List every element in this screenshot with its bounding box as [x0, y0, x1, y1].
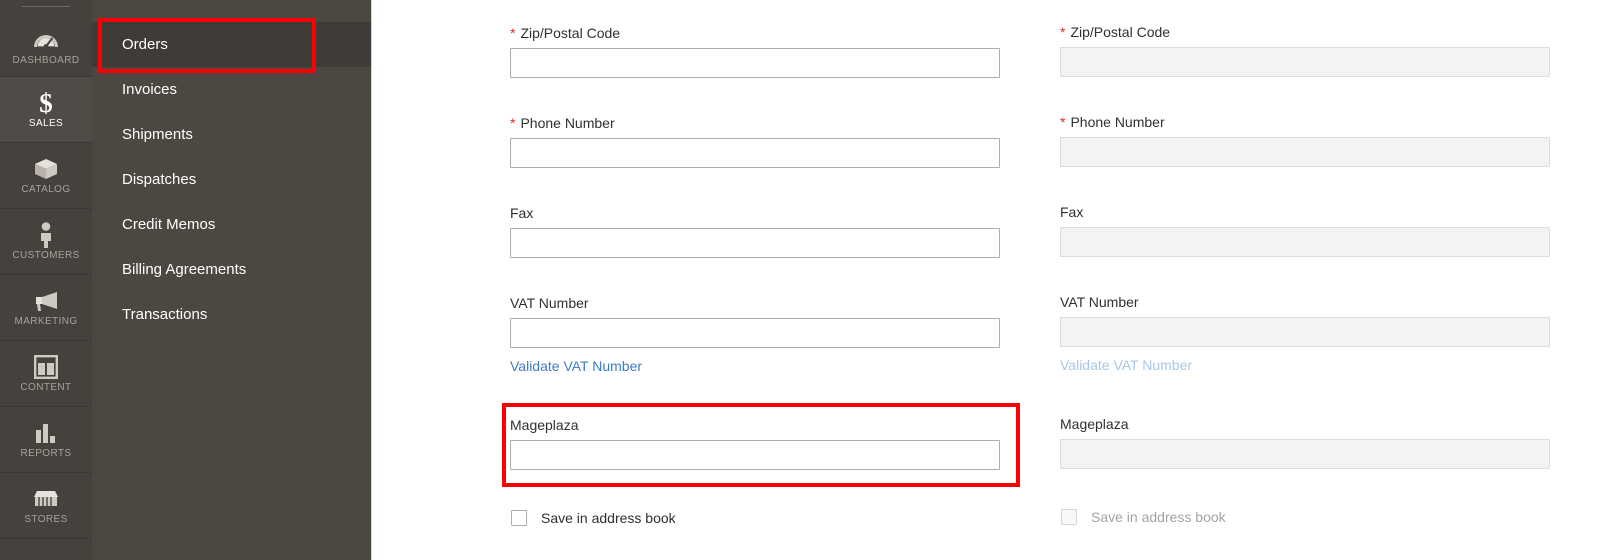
field-label: * Zip/Postal Code — [510, 24, 1000, 42]
validate-vat-number-link[interactable]: Validate VAT Number — [510, 357, 642, 375]
submenu-item-shipments[interactable]: Shipments — [92, 112, 371, 157]
field-fax-shipping: Fax — [1060, 203, 1550, 257]
save-in-address-book-label: Save in address book — [541, 510, 676, 526]
submenu-label: Transactions — [122, 305, 208, 323]
label-text: VAT Number — [510, 295, 589, 311]
nav-label: STORES — [24, 514, 68, 525]
label-text: VAT Number — [1060, 294, 1139, 310]
submenu-label: Invoices — [122, 80, 178, 98]
field-mageplaza: Mageplaza — [502, 403, 1020, 487]
field-mageplaza-shipping: Mageplaza — [1060, 415, 1550, 469]
fax-input-shipping — [1060, 227, 1550, 257]
label-text: Phone Number — [1070, 114, 1165, 130]
save-in-address-book-label-shipping: Save in address book — [1091, 509, 1226, 525]
save-in-address-book-checkbox-shipping — [1061, 509, 1077, 525]
field-label: * Zip/Postal Code — [1060, 23, 1550, 41]
nav-label: DASHBOARD — [12, 54, 80, 66]
submenu-item-invoices[interactable]: Invoices — [92, 67, 371, 112]
submenu-item-transactions[interactable]: Transactions — [92, 292, 371, 337]
label-text: Mageplaza — [510, 417, 579, 433]
label-text: Mageplaza — [1060, 416, 1129, 432]
nav-item-stores[interactable]: STORES — [0, 473, 92, 538]
fax-input[interactable] — [510, 228, 1000, 258]
validate-vat-number-link-shipping: Validate VAT Number — [1060, 357, 1193, 373]
nav-top-divider — [22, 6, 70, 7]
nav-item-content[interactable]: CONTENT — [0, 341, 92, 406]
nav-item-marketing[interactable]: MARKETING — [0, 275, 92, 340]
save-in-address-book-row: Save in address book — [511, 509, 676, 527]
nav-label: MARKETING — [14, 316, 78, 327]
field-label: VAT Number — [510, 294, 1000, 312]
field-label: Mageplaza — [510, 416, 1000, 434]
layout-window-icon — [32, 353, 60, 380]
phone-number-input[interactable] — [510, 138, 1000, 168]
field-label: VAT Number — [1060, 293, 1550, 311]
field-fax: Fax — [510, 204, 1000, 258]
nav-item-catalog[interactable]: CATALOG — [0, 143, 92, 208]
nav-label: CUSTOMERS — [12, 250, 80, 261]
admin-page: DASHBOARD $ SALES CATALOG CUSTOMERS MARK… — [0, 0, 1600, 560]
nav-label: CONTENT — [20, 382, 72, 393]
sales-submenu-panel: Orders Invoices Shipments Dispatches Cre… — [92, 0, 372, 560]
mageplaza-input[interactable] — [510, 440, 1000, 470]
submenu-item-billing-agreements[interactable]: Billing Agreements — [92, 247, 371, 292]
nav-item-system[interactable] — [0, 539, 92, 560]
submenu-list: Orders Invoices Shipments Dispatches Cre… — [92, 0, 371, 337]
required-marker: * — [1060, 24, 1066, 40]
submenu-item-dispatches[interactable]: Dispatches — [92, 157, 371, 202]
nav-label: REPORTS — [20, 448, 72, 459]
submenu-label: Shipments — [122, 125, 193, 143]
submenu-label: Billing Agreements — [122, 260, 247, 278]
field-vat-number-shipping: VAT Number Validate VAT Number — [1060, 293, 1550, 375]
address-form-area: * Zip/Postal Code * Phone Number Fax VAT N… — [373, 0, 1600, 560]
nav-item-reports[interactable]: REPORTS — [0, 407, 92, 472]
bar-chart-icon — [32, 419, 60, 446]
primary-nav-rail: DASHBOARD $ SALES CATALOG CUSTOMERS MARK… — [0, 0, 92, 560]
vat-number-input-shipping — [1060, 317, 1550, 347]
required-marker: * — [1060, 114, 1066, 130]
person-icon — [32, 221, 60, 248]
field-label: * Phone Number — [510, 114, 1000, 132]
field-zip-postal-code: * Zip/Postal Code — [510, 24, 1000, 78]
field-phone-number-shipping: * Phone Number — [1060, 113, 1550, 167]
box-icon — [32, 155, 60, 182]
phone-number-input-shipping — [1060, 137, 1550, 167]
dollar-sign-icon: $ — [32, 89, 60, 116]
svg-text:$: $ — [39, 89, 53, 116]
zip-postal-code-input-shipping — [1060, 47, 1550, 77]
label-text: Phone Number — [520, 115, 615, 131]
field-label: Mageplaza — [1060, 415, 1550, 433]
label-text: Zip/Postal Code — [520, 25, 621, 41]
nav-label: CATALOG — [21, 184, 71, 195]
required-marker: * — [510, 115, 516, 131]
zip-postal-code-input[interactable] — [510, 48, 1000, 78]
field-label: * Phone Number — [1060, 113, 1550, 131]
save-in-address-book-row-shipping: Save in address book — [1061, 508, 1226, 526]
field-label: Fax — [1060, 203, 1550, 221]
submenu-item-credit-memos[interactable]: Credit Memos — [92, 202, 371, 247]
dashboard-gauge-icon — [32, 26, 60, 53]
submenu-label: Dispatches — [122, 170, 197, 188]
nav-item-dashboard[interactable]: DASHBOARD — [0, 10, 92, 76]
field-label: Fax — [510, 204, 1000, 222]
field-zip-postal-code-shipping: * Zip/Postal Code — [1060, 23, 1550, 77]
nav-item-customers[interactable]: CUSTOMERS — [0, 209, 92, 274]
nav-label: SALES — [28, 118, 64, 129]
label-text: Zip/Postal Code — [1070, 24, 1171, 40]
field-vat-number: VAT Number Validate VAT Number — [510, 294, 1000, 376]
save-in-address-book-checkbox[interactable] — [511, 510, 527, 526]
submenu-label: Credit Memos — [122, 215, 216, 233]
vat-number-input[interactable] — [510, 318, 1000, 348]
submenu-label: Orders — [122, 35, 168, 53]
mageplaza-input-shipping — [1060, 439, 1550, 469]
label-text: Fax — [1060, 204, 1084, 220]
storefront-icon — [32, 485, 60, 512]
label-text: Fax — [510, 205, 534, 221]
submenu-item-orders[interactable]: Orders — [92, 22, 371, 67]
megaphone-icon — [32, 287, 60, 314]
required-marker: * — [510, 25, 516, 41]
field-phone-number: * Phone Number — [510, 114, 1000, 168]
nav-item-sales[interactable]: $ SALES — [0, 77, 92, 142]
